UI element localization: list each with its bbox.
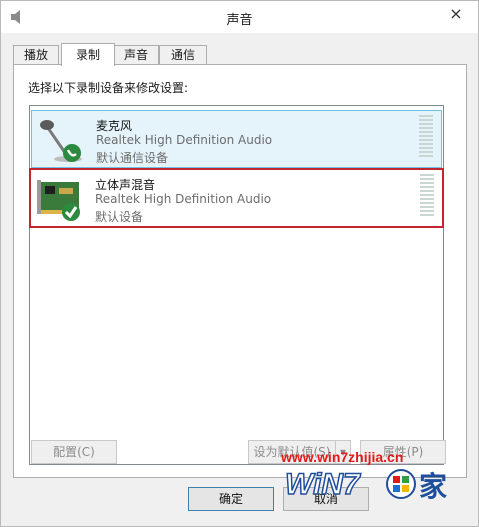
tab-sounds[interactable]: 声音 bbox=[113, 45, 159, 65]
device-item-microphone[interactable]: 麦克风 Realtek High Definition Audio 默认通信设备 bbox=[31, 110, 442, 168]
device-item-stereo-mix[interactable]: 立体声混音 Realtek High Definition Audio 默认设备 bbox=[29, 168, 444, 228]
sound-card-icon bbox=[37, 176, 85, 224]
windows-logo-icon bbox=[386, 469, 416, 499]
watermark-logo-suffix: 家 bbox=[419, 470, 447, 503]
device-name: 立体声混音 bbox=[95, 178, 156, 192]
device-status: 默认通信设备 bbox=[96, 151, 169, 165]
window-title: 声音 bbox=[226, 13, 253, 28]
device-name: 麦克风 bbox=[96, 119, 133, 133]
watermark-url: www.win7zhijia.cn bbox=[281, 449, 404, 465]
tab-recording[interactable]: 录制 bbox=[61, 43, 115, 66]
watermark-logo-text: WiN7 bbox=[285, 468, 361, 501]
configure-button[interactable]: 配置(C) bbox=[31, 440, 117, 464]
tab-playback[interactable]: 播放 bbox=[13, 45, 59, 65]
instruction-text: 选择以下录制设备来修改设置: bbox=[28, 81, 189, 95]
microphone-icon bbox=[38, 117, 86, 165]
ok-button[interactable]: 确定 bbox=[188, 487, 274, 511]
device-list: 麦克风 Realtek High Definition Audio 默认通信设备 bbox=[29, 105, 444, 465]
level-meter bbox=[420, 174, 434, 220]
level-meter bbox=[419, 115, 433, 161]
title-bar: 声音 × bbox=[1, 1, 478, 33]
tab-communications[interactable]: 通信 bbox=[159, 45, 207, 65]
device-driver: Realtek High Definition Audio bbox=[96, 133, 273, 147]
close-button[interactable]: × bbox=[438, 3, 474, 25]
recording-panel: 选择以下录制设备来修改设置: 麦克风 Realtek High Definiti… bbox=[13, 64, 467, 478]
sound-dialog: 声音 × 播放 录制 声音 通信 选择以下录制设备来修改设置: 麦克风 Real… bbox=[0, 0, 479, 527]
watermark-logo: WiN7 家 bbox=[283, 464, 463, 504]
device-driver: Realtek High Definition Audio bbox=[95, 192, 272, 206]
close-icon: × bbox=[449, 4, 463, 23]
device-status: 默认设备 bbox=[95, 210, 144, 224]
